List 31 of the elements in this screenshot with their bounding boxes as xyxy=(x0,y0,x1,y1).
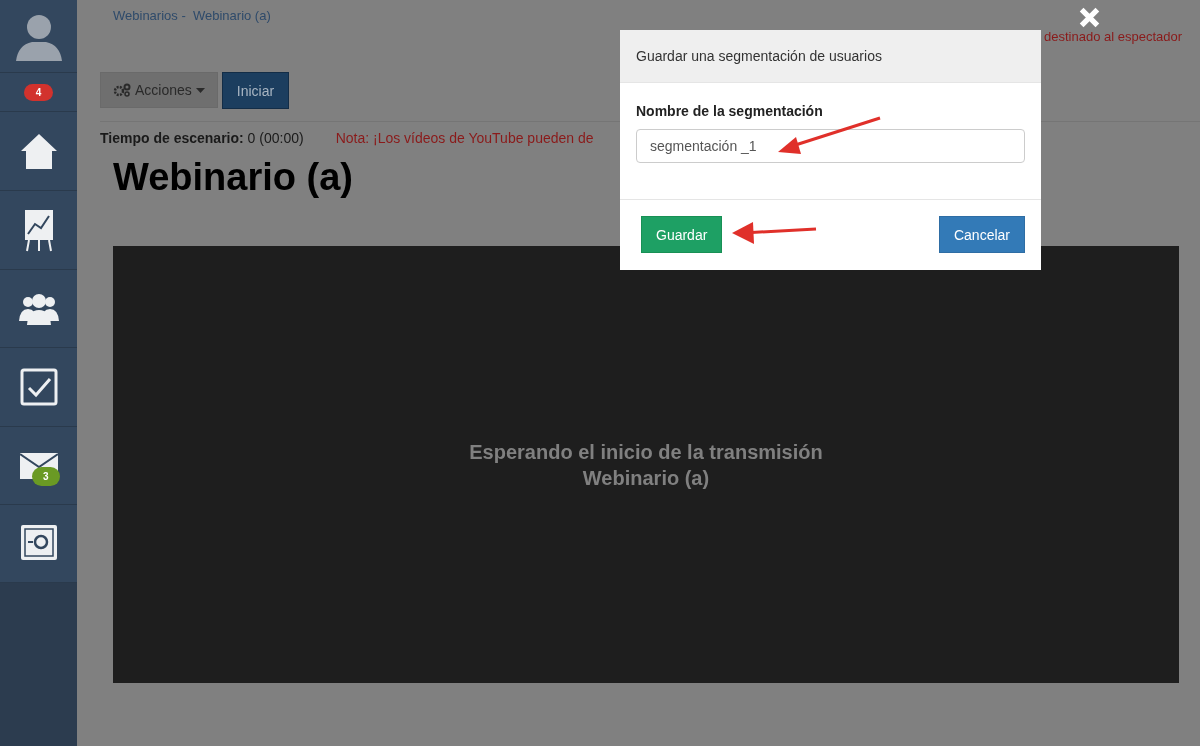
field-label: Nombre de la segmentación xyxy=(636,103,824,119)
sidebar-item[interactable] xyxy=(0,348,77,427)
sidebar-item[interactable] xyxy=(0,270,77,348)
stage-time-value: 0 (00:00) xyxy=(247,130,304,146)
page-title: Webinario (a) xyxy=(113,156,354,199)
chart-board-icon[interactable] xyxy=(22,208,55,252)
count-badge: 4 xyxy=(23,83,54,101)
sidebar-item[interactable]: 3 xyxy=(0,427,77,505)
sidebar-item[interactable] xyxy=(0,505,77,583)
sidebar-item[interactable] xyxy=(0,191,77,270)
stage-time-label: Tiempo de escenario: xyxy=(100,130,244,146)
caret-icon xyxy=(195,87,205,93)
sidebar-item[interactable] xyxy=(0,0,77,73)
waiting-message: Esperando el inicio de la transmisión xyxy=(469,439,823,465)
waiting-message: Webinario (a) xyxy=(582,465,710,491)
save-button[interactable]: Guardar xyxy=(641,216,723,253)
cancel-button[interactable]: Cancelar xyxy=(938,216,1025,253)
breadcrumb: Webinarios - Webinario (a) xyxy=(113,8,271,25)
notification-row[interactable]: 4 xyxy=(0,73,77,112)
youtube-note: Nota: ¡Los vídeos de YouTube pueden de xyxy=(335,130,594,146)
actions-dropdown[interactable]: Acciones xyxy=(100,72,218,108)
start-button[interactable]: Iniciar xyxy=(221,72,290,109)
sidebar-item[interactable] xyxy=(0,112,77,191)
viewer-notice: destinado al espectador xyxy=(1044,29,1183,44)
close-icon[interactable] xyxy=(1079,7,1100,28)
gears-icon xyxy=(113,83,131,97)
checkbox-icon[interactable] xyxy=(19,368,58,406)
count-badge: 3 xyxy=(32,467,60,486)
segment-name-field[interactable]: segmentación _1 xyxy=(636,129,1025,163)
dialog-title: Guardar una segmentación de usuarios xyxy=(620,30,1041,83)
users-icon[interactable] xyxy=(18,292,59,325)
